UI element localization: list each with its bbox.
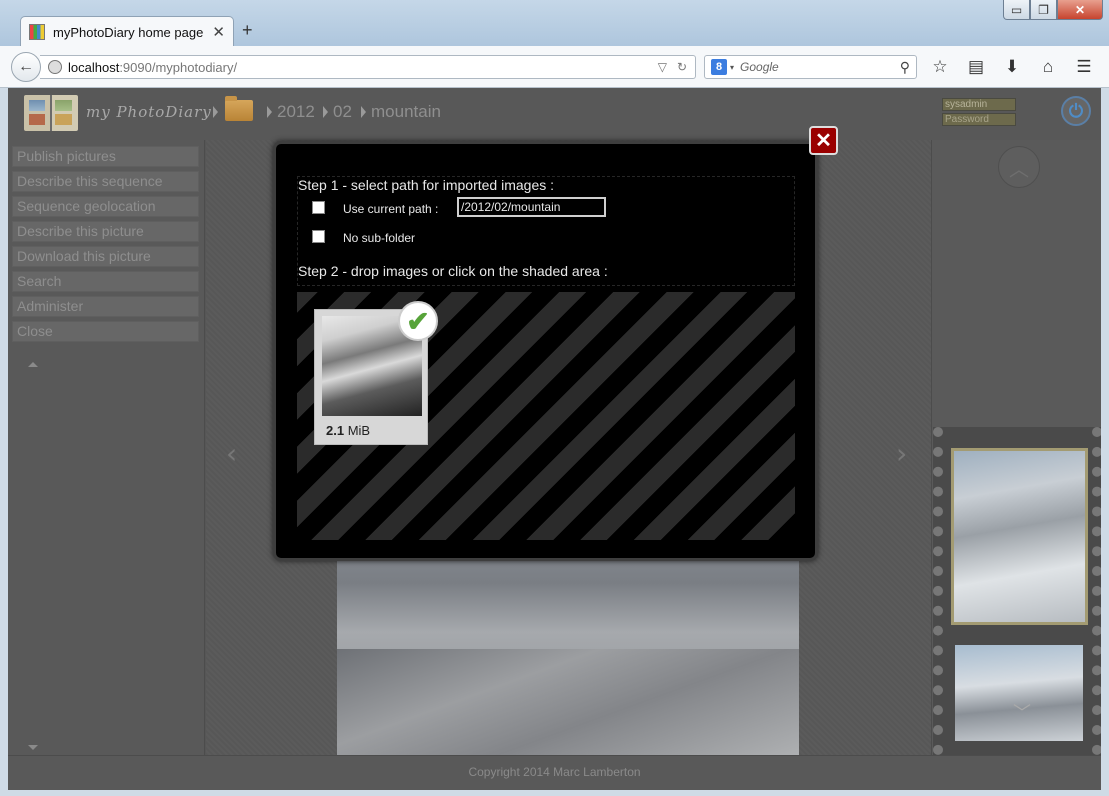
step1-label: Step 1 - select path for imported images… (298, 177, 555, 193)
globe-icon (48, 60, 62, 74)
drop-zone[interactable]: 2.1 MiB ✔ (297, 292, 795, 540)
breadcrumb-year[interactable]: 2012 (277, 102, 315, 122)
logo-text: my PhotoDiary (86, 103, 212, 121)
menu-close[interactable]: Close (12, 321, 199, 342)
dialog-close-button[interactable]: ✕ (809, 126, 838, 155)
checkmark-icon: ✔ (398, 301, 438, 341)
import-dialog: ✕ Step 1 - select path for imported imag… (273, 126, 838, 561)
password-field[interactable]: Password (942, 113, 1016, 126)
breadcrumb-arrow-icon (361, 106, 366, 118)
window-close-button[interactable]: ✕ (1057, 0, 1103, 20)
folder-icon[interactable] (225, 96, 253, 121)
browser-titlebar: ▭ ❐ ✕ myPhotoDiary home page ✕ + (0, 0, 1109, 47)
download-icon[interactable]: ⬇ (1000, 56, 1024, 78)
search-icon[interactable]: ⚲ (900, 59, 910, 76)
star-icon[interactable]: ☆ (928, 56, 952, 78)
no-subfolder-label: No sub-folder (343, 231, 416, 245)
back-arrow-icon: ← (18, 58, 34, 75)
tab-close-icon[interactable]: ✕ (212, 23, 225, 41)
dropdown-arrow-icon[interactable]: ▽ (658, 60, 667, 74)
google-icon[interactable]: 8 (711, 59, 727, 75)
breadcrumb-arrow-icon (213, 106, 218, 118)
username-field[interactable]: sysadmin (942, 98, 1016, 111)
tab-title: myPhotoDiary home page (53, 24, 204, 40)
browser-toolbar: ☆ ▤ ⬇ ⌂ ☰ (928, 56, 1096, 78)
clipboard-icon[interactable]: ▤ (964, 56, 988, 78)
footer: Copyright 2014 Marc Lamberton (8, 755, 1101, 790)
thumbnail-panel: ︿ ﹀ (931, 140, 1101, 755)
scroll-up-button[interactable]: ︿ (998, 146, 1040, 188)
window-controls: ▭ ❐ ✕ (1003, 0, 1103, 20)
search-input[interactable]: Google (740, 60, 900, 74)
menu-describe-sequence[interactable]: Describe this sequence (12, 171, 199, 192)
reload-icon[interactable]: ↻ (677, 60, 687, 74)
scroll-down-icon[interactable]: ﹀ (1013, 699, 1031, 725)
scroll-down-icon[interactable] (28, 745, 38, 750)
minimize-button[interactable]: ▭ (1003, 0, 1030, 20)
breadcrumb-arrow-icon (323, 106, 328, 118)
thumbnail-selected[interactable] (951, 448, 1088, 625)
maximize-button[interactable]: ❐ (1030, 0, 1057, 20)
favicon-icon (29, 24, 45, 40)
engine-caret-icon[interactable]: ▾ (730, 63, 734, 72)
next-arrow-icon[interactable]: › (896, 437, 907, 470)
power-icon[interactable]: ⏻ (1061, 96, 1091, 126)
menu-sequence-geolocation[interactable]: Sequence geolocation (12, 196, 199, 217)
filmstrip: ﹀ (933, 427, 1101, 755)
previous-arrow-icon[interactable]: ‹ (226, 437, 237, 470)
menu-administer[interactable]: Administer (12, 296, 199, 317)
scroll-up-icon[interactable] (28, 362, 38, 367)
menu-publish-pictures[interactable]: Publish pictures (12, 146, 199, 167)
use-current-path-checkbox[interactable] (312, 201, 325, 214)
breadcrumb-arrow-icon (267, 106, 272, 118)
no-subfolder-checkbox[interactable] (312, 230, 325, 243)
menu-download-picture[interactable]: Download this picture (12, 246, 199, 267)
address-bar[interactable]: localhost:9090/myphotodiary/ ▽ ↻ (40, 55, 696, 79)
sidebar-menu: Publish pictures Describe this sequence … (8, 140, 205, 755)
menu-describe-picture[interactable]: Describe this picture (12, 221, 199, 242)
menu-search[interactable]: Search (12, 271, 199, 292)
app-header: my PhotoDiary 2012 02 mountain sysadmin … (8, 88, 1101, 140)
uploaded-file-card: 2.1 MiB ✔ (314, 301, 438, 445)
breadcrumb-month[interactable]: 02 (333, 102, 352, 122)
home-icon[interactable]: ⌂ (1036, 56, 1060, 78)
hamburger-menu-icon[interactable]: ☰ (1072, 56, 1096, 78)
search-bar[interactable]: 8 ▾ Google ⚲ (704, 55, 917, 79)
thumbnail[interactable] (955, 645, 1083, 741)
new-tab-button[interactable]: + (242, 20, 253, 41)
browser-tab[interactable]: myPhotoDiary home page ✕ (20, 16, 234, 47)
url-text[interactable]: localhost:9090/myphotodiary/ (68, 60, 658, 75)
file-size: 2.1 MiB (326, 423, 371, 438)
back-button[interactable]: ← (11, 52, 41, 82)
use-current-path-label: Use current path : (343, 202, 439, 216)
path-input[interactable]: /2012/02/mountain (457, 197, 606, 217)
breadcrumb-folder[interactable]: mountain (371, 102, 441, 122)
browser-navbar: localhost:9090/myphotodiary/ ▽ ↻ ← 8 ▾ G… (0, 46, 1109, 88)
logo-icon[interactable] (24, 95, 78, 131)
step2-label: Step 2 - drop images or click on the sha… (298, 263, 608, 279)
